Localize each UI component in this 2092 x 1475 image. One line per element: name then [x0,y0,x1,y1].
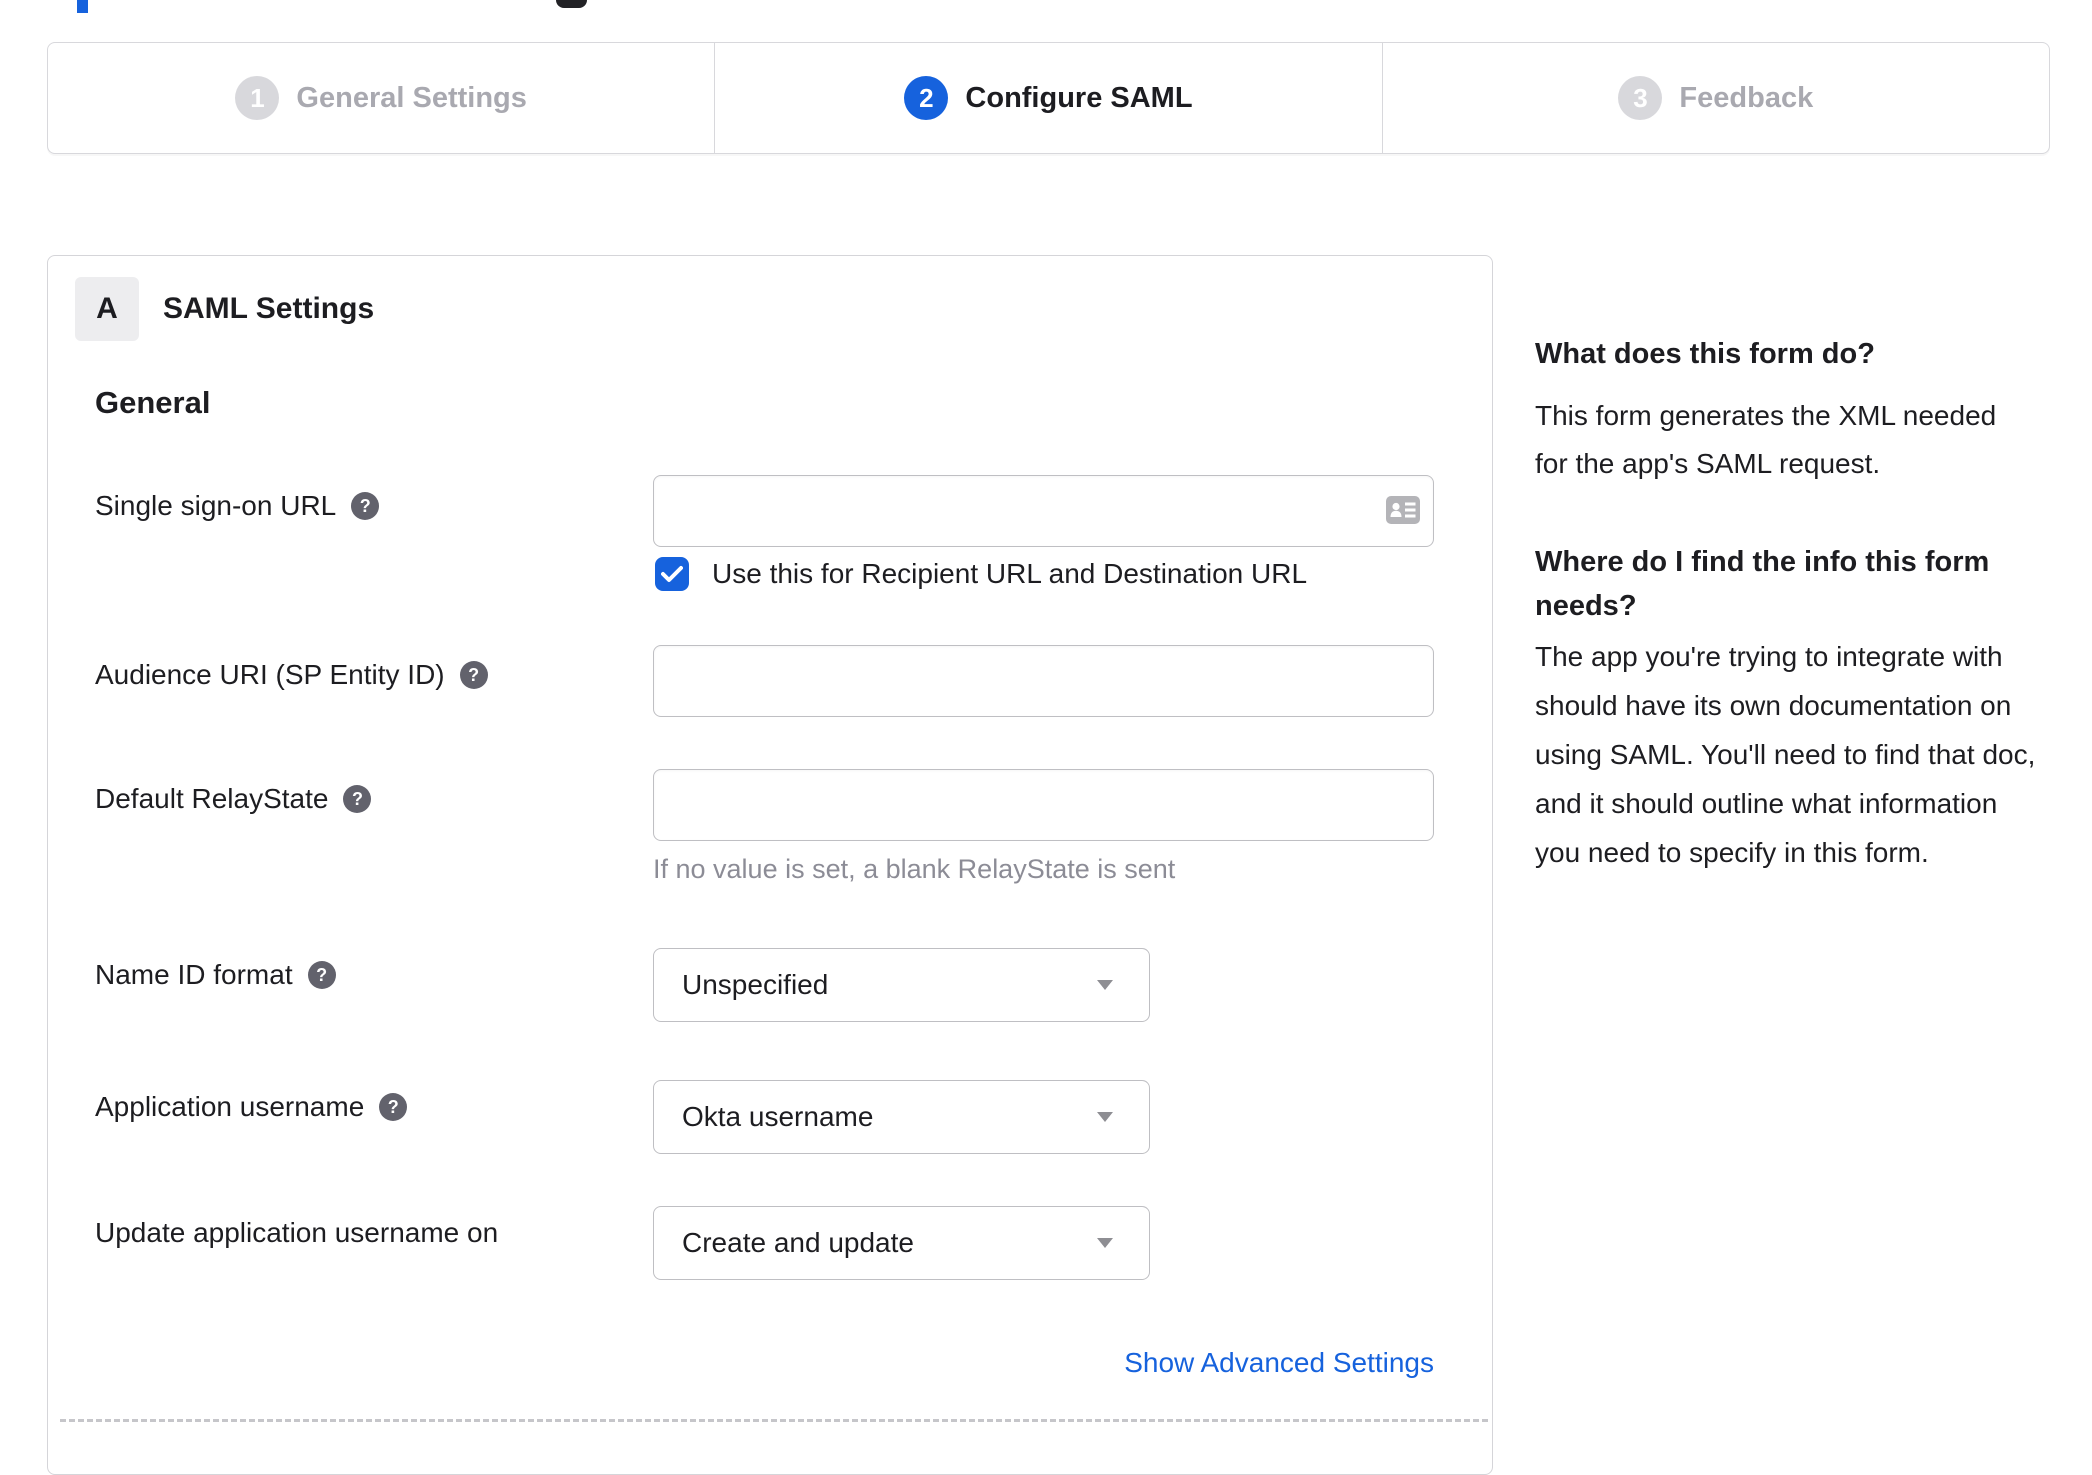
sso-url-help-icon[interactable]: ? [351,492,380,520]
relay-state-hint: If no value is set, a blank RelayState i… [653,854,1176,884]
application-username-label-text: Application username [95,1091,365,1122]
step-2-label: Configure SAML [965,81,1193,114]
name-id-format-label: Name ID format ? [95,958,336,992]
update-username-select[interactable]: Create and update [653,1206,1150,1280]
audience-uri-input[interactable] [653,645,1434,717]
audience-uri-label: Audience URI (SP Entity ID) ? [95,658,488,692]
relay-state-input[interactable] [653,769,1434,841]
dropdown-caret-icon [1097,1112,1113,1122]
relay-state-label: Default RelayState ? [95,782,372,816]
application-username-help-icon[interactable]: ? [379,1093,408,1121]
dashed-section-divider [60,1419,1488,1422]
sidebar-answer-what: This form generates the XML needed for t… [1535,400,1997,479]
show-advanced-settings-link[interactable]: Show Advanced Settings [1124,1347,1434,1379]
application-username-label: Application username ? [95,1090,408,1124]
dropdown-caret-icon [1097,1238,1113,1248]
audience-uri-label-text: Audience URI (SP Entity ID) [95,659,445,690]
step-3-label: Feedback [1679,81,1814,114]
step-general-settings[interactable]: 1 General Settings [48,43,714,153]
update-username-label: Update application username on [95,1216,498,1250]
wizard-stepper: 1 General Settings 2 Configure SAML 3 Fe… [47,42,2050,154]
name-id-format-label-text: Name ID format [95,959,293,990]
sso-url-label-text: Single sign-on URL [95,490,337,521]
update-username-value: Create and update [682,1227,914,1258]
recipient-url-checkbox[interactable] [655,557,689,591]
application-username-value: Okta username [682,1101,874,1132]
sidebar-question-what: What does this form do? [1535,338,1875,370]
step-2-number-badge: 2 [904,76,949,120]
dropdown-caret-icon [1097,980,1113,990]
sidebar-answer-where: The app you're trying to integrate with … [1535,641,2036,868]
relay-state-label-text: Default RelayState [95,783,329,814]
recipient-url-checkbox-label: Use this for Recipient URL and Destinati… [712,558,1308,589]
name-id-format-select[interactable]: Unspecified [653,948,1150,1022]
name-id-format-value: Unspecified [682,969,829,1000]
step-1-number-badge: 1 [235,76,280,120]
step-3-number-badge: 3 [1618,76,1663,120]
sso-url-label: Single sign-on URL ? [95,489,380,523]
card-title: SAML Settings [163,292,375,325]
relay-state-help-icon[interactable]: ? [343,785,372,813]
contact-card-icon[interactable] [1386,496,1420,524]
audience-uri-help-icon[interactable]: ? [459,661,488,689]
section-a-badge: A [75,277,139,341]
header-remnant-blue [77,0,88,13]
name-id-format-help-icon[interactable]: ? [307,961,336,989]
sso-url-input[interactable] [653,475,1434,547]
general-section-title: General [95,385,211,420]
sidebar-question-where: Where do I find the info this form needs… [1535,546,1990,622]
application-username-select[interactable]: Okta username [653,1080,1150,1154]
checkmark-icon [661,566,683,582]
step-1-label: General Settings [296,81,527,114]
header-remnant-logo [556,0,587,8]
step-configure-saml[interactable]: 2 Configure SAML [714,43,1381,153]
step-feedback[interactable]: 3 Feedback [1381,43,2049,153]
update-username-label-text: Update application username on [95,1217,499,1248]
